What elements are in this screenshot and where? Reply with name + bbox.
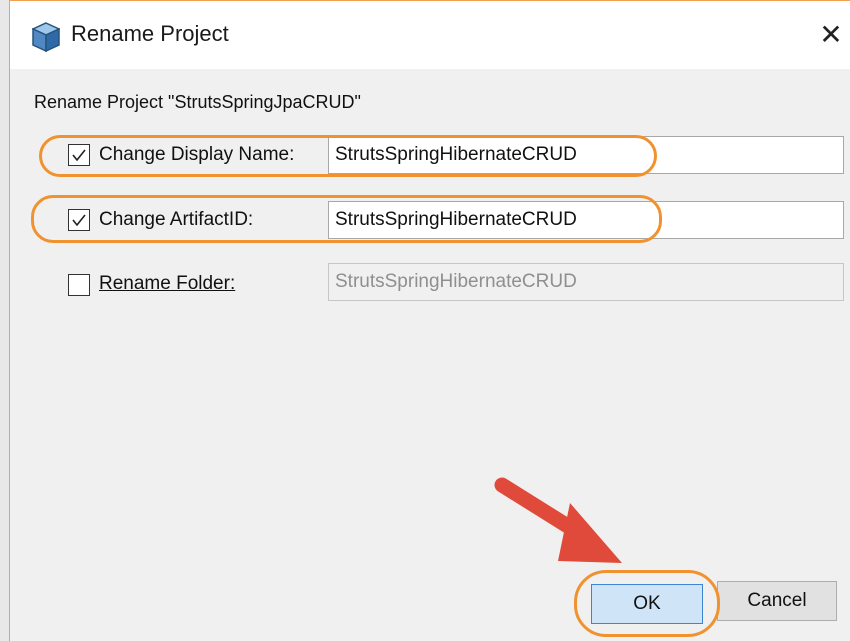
rename-folder-checkbox[interactable] — [68, 274, 90, 296]
cancel-button[interactable]: Cancel — [717, 581, 837, 621]
title-bar: Rename Project ✕ — [10, 1, 850, 69]
window-title: Rename Project — [71, 21, 229, 46]
close-button[interactable]: ✕ — [811, 15, 850, 55]
highlight-artifact-id — [31, 195, 662, 243]
project-cube-icon — [32, 22, 60, 52]
option-row-rename-folder: Rename Folder: StrutsSpringHibernateCRUD — [10, 263, 850, 303]
highlight-display-name — [39, 135, 657, 177]
dialog-heading: Rename Project "StrutsSpringJpaCRUD" — [34, 92, 361, 112]
annotation-arrow-icon — [494, 477, 622, 563]
rename-project-dialog: Rename Project ✕ Rename Project "StrutsS… — [9, 0, 850, 641]
rename-folder-label: Rename Folder: — [99, 273, 236, 294]
close-icon: ✕ — [819, 19, 843, 50]
rename-folder-field: StrutsSpringHibernateCRUD — [328, 263, 844, 301]
highlight-ok-button — [574, 570, 720, 637]
